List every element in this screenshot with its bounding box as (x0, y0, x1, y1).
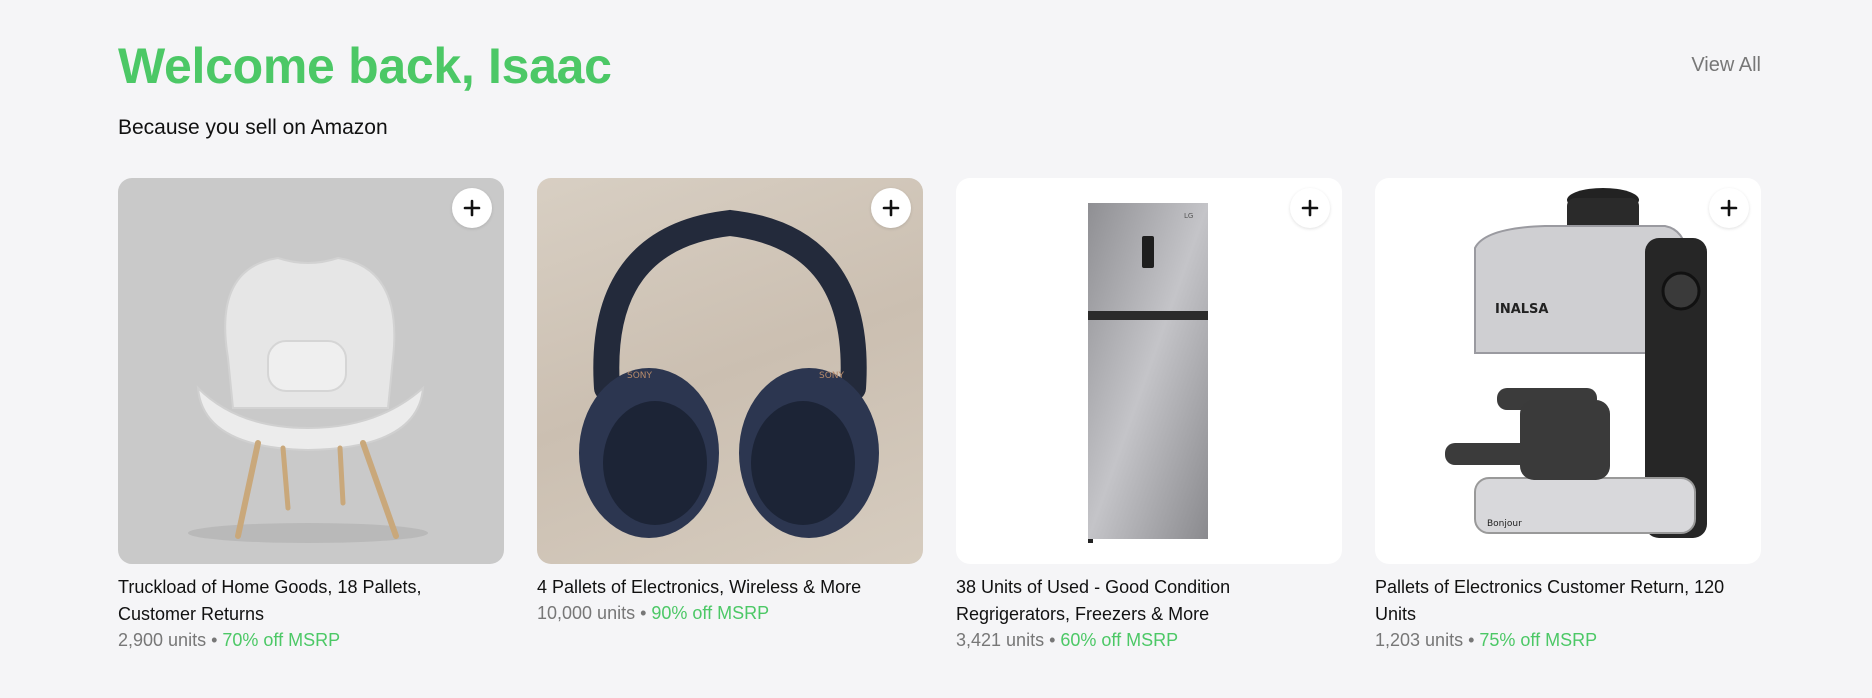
add-button[interactable] (452, 188, 492, 228)
separator: • (1463, 630, 1480, 650)
product-title[interactable]: 4 Pallets of Electronics, Wireless & Mor… (537, 574, 923, 601)
add-button[interactable] (1709, 188, 1749, 228)
product-image[interactable]: SONY SONY (537, 178, 923, 564)
separator: • (1044, 630, 1061, 650)
units-count: 10,000 units (537, 603, 636, 623)
add-button[interactable] (1290, 188, 1330, 228)
product-card[interactable]: INALSA Bonjour Pallets of Electronics Cu… (1375, 178, 1761, 651)
units-count: 1,203 units (1375, 630, 1464, 650)
product-meta: 10,000 units • 90% off MSRP (537, 603, 923, 624)
armchair-image (188, 256, 428, 543)
product-card[interactable]: LG 38 Units of Used - Good Condition Reg… (956, 178, 1342, 651)
discount-label: 75% off MSRP (1479, 630, 1598, 650)
separator: • (206, 630, 223, 650)
headphones-image: SONY SONY (579, 209, 879, 538)
product-meta: 2,900 units • 70% off MSRP (118, 630, 504, 651)
plus-icon (882, 199, 900, 217)
product-title[interactable]: Pallets of Electronics Customer Return, … (1375, 574, 1761, 628)
discount-label: 90% off MSRP (651, 603, 770, 623)
brand-text: LG (1184, 212, 1193, 220)
plus-icon (1301, 199, 1319, 217)
plus-icon (1720, 199, 1738, 217)
product-card[interactable]: SONY SONY 4 Pallets of Electronics, Wire… (537, 178, 923, 651)
product-title[interactable]: Truckload of Home Goods, 18 Pallets, Cus… (118, 574, 504, 628)
section-subtitle: Because you sell on Amazon (118, 116, 388, 139)
brand-text: SONY (819, 371, 845, 381)
product-card[interactable]: Truckload of Home Goods, 18 Pallets, Cus… (118, 178, 504, 651)
discount-label: 60% off MSRP (1060, 630, 1179, 650)
product-meta: 3,421 units • 60% off MSRP (956, 630, 1342, 651)
brand-text: INALSA (1495, 302, 1549, 317)
units-count: 2,900 units (118, 630, 207, 650)
view-all-link[interactable]: View All (1691, 54, 1761, 77)
discount-label: 70% off MSRP (222, 630, 341, 650)
espresso-machine-image: INALSA Bonjour (1445, 188, 1707, 538)
product-image[interactable]: LG (956, 178, 1342, 564)
plus-icon (463, 199, 481, 217)
brand-text: Bonjour (1487, 519, 1522, 529)
separator: • (635, 603, 652, 623)
product-grid: Truckload of Home Goods, 18 Pallets, Cus… (118, 178, 1761, 651)
product-image[interactable]: INALSA Bonjour (1375, 178, 1761, 564)
brand-text: SONY (627, 371, 653, 381)
product-image[interactable] (118, 178, 504, 564)
product-meta: 1,203 units • 75% off MSRP (1375, 630, 1761, 651)
product-title[interactable]: 38 Units of Used - Good Condition Regrig… (956, 574, 1342, 628)
page-title: Welcome back, Isaac (118, 38, 612, 94)
add-button[interactable] (871, 188, 911, 228)
units-count: 3,421 units (956, 630, 1045, 650)
header: Welcome back, Isaac View All (118, 38, 1761, 94)
refrigerator-image: LG (1088, 203, 1208, 543)
